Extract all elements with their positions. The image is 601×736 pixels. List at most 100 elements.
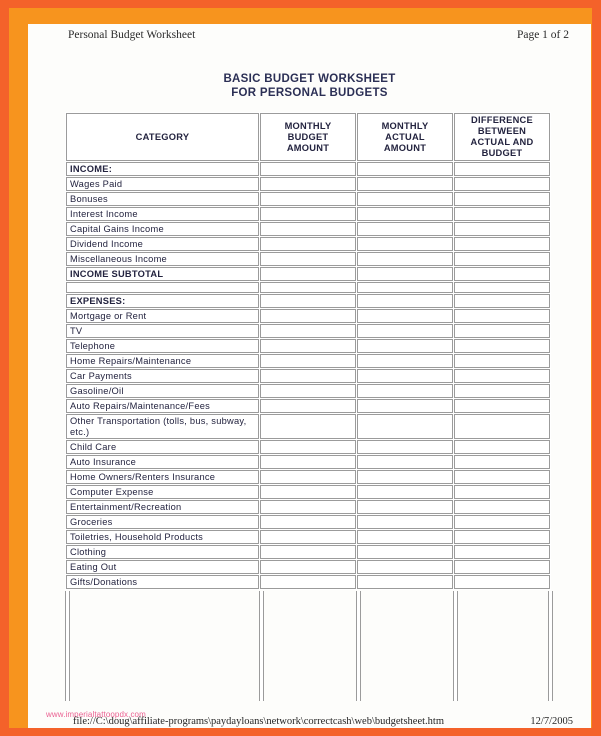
budget-amount-cell[interactable] (260, 399, 356, 413)
budget-amount-cell[interactable] (260, 455, 356, 469)
budget-amount-cell[interactable] (260, 515, 356, 529)
actual-amount-cell[interactable] (357, 515, 453, 529)
table-row: Bonuses (66, 192, 550, 206)
budget-amount-cell[interactable] (260, 324, 356, 338)
difference-amount-cell[interactable] (454, 162, 550, 176)
actual-amount-cell[interactable] (357, 267, 453, 281)
column-header-difference-line-4: BUDGET (481, 148, 523, 158)
actual-amount-cell[interactable] (357, 252, 453, 266)
difference-amount-cell[interactable] (454, 560, 550, 574)
budget-amount-cell[interactable] (260, 294, 356, 308)
budget-amount-cell[interactable] (260, 414, 356, 439)
difference-amount-cell[interactable] (454, 222, 550, 236)
actual-amount-cell[interactable] (357, 294, 453, 308)
budget-amount-cell[interactable] (260, 440, 356, 454)
actual-amount-cell[interactable] (357, 545, 453, 559)
table-row: Toiletries, Household Products (66, 530, 550, 544)
difference-amount-cell[interactable] (454, 207, 550, 221)
budget-amount-cell[interactable] (260, 485, 356, 499)
budget-amount-cell[interactable] (260, 545, 356, 559)
actual-amount-cell[interactable] (357, 207, 453, 221)
budget-amount-cell[interactable] (260, 237, 356, 251)
difference-amount-cell[interactable] (454, 309, 550, 323)
budget-amount-cell[interactable] (260, 207, 356, 221)
difference-amount-cell[interactable] (454, 455, 550, 469)
actual-amount-cell[interactable] (357, 455, 453, 469)
budget-amount-cell[interactable] (260, 339, 356, 353)
budget-amount-cell[interactable] (260, 530, 356, 544)
table-row: TV (66, 324, 550, 338)
budget-amount-cell[interactable] (260, 222, 356, 236)
difference-amount-cell[interactable] (454, 237, 550, 251)
difference-amount-cell[interactable] (454, 530, 550, 544)
actual-amount-cell[interactable] (357, 192, 453, 206)
budget-amount-cell[interactable] (260, 500, 356, 514)
grid-divider-category (259, 591, 264, 701)
difference-amount-cell[interactable] (454, 324, 550, 338)
actual-amount-cell[interactable] (357, 530, 453, 544)
category-cell: Home Owners/Renters Insurance (66, 470, 259, 484)
difference-amount-cell[interactable] (454, 470, 550, 484)
budget-amount-cell[interactable] (260, 192, 356, 206)
budget-amount-cell[interactable] (260, 354, 356, 368)
actual-amount-cell[interactable] (357, 324, 453, 338)
grid-divider-budget (356, 591, 361, 701)
actual-amount-cell[interactable] (357, 177, 453, 191)
category-cell: Gifts/Donations (66, 575, 259, 589)
budget-amount-cell[interactable] (260, 384, 356, 398)
budget-amount-cell[interactable] (260, 252, 356, 266)
category-cell: Eating Out (66, 560, 259, 574)
actual-amount-cell[interactable] (357, 399, 453, 413)
table-row: Home Owners/Renters Insurance (66, 470, 550, 484)
difference-amount-cell[interactable] (454, 515, 550, 529)
actual-amount-cell[interactable] (357, 485, 453, 499)
column-header-actual-line-3: AMOUNT (383, 142, 427, 153)
actual-amount-cell[interactable] (357, 440, 453, 454)
actual-amount-cell[interactable] (357, 414, 453, 439)
difference-amount-cell[interactable] (454, 384, 550, 398)
difference-amount-cell[interactable] (454, 252, 550, 266)
actual-amount-cell[interactable] (357, 339, 453, 353)
difference-amount-cell[interactable] (454, 575, 550, 589)
actual-amount-cell[interactable] (357, 470, 453, 484)
budget-amount-cell[interactable] (260, 369, 356, 383)
difference-amount-cell[interactable] (454, 282, 550, 293)
difference-amount-cell[interactable] (454, 545, 550, 559)
budget-amount-cell[interactable] (260, 282, 356, 293)
difference-amount-cell[interactable] (454, 267, 550, 281)
difference-amount-cell[interactable] (454, 500, 550, 514)
difference-amount-cell[interactable] (454, 369, 550, 383)
difference-amount-cell[interactable] (454, 177, 550, 191)
actual-amount-cell[interactable] (357, 500, 453, 514)
budget-amount-cell[interactable] (260, 267, 356, 281)
actual-amount-cell[interactable] (357, 222, 453, 236)
table-header-row: CATEGORY MONTHLY BUDGET AMOUNT MONTHLY A… (66, 113, 550, 161)
actual-amount-cell[interactable] (357, 354, 453, 368)
actual-amount-cell[interactable] (357, 237, 453, 251)
actual-amount-cell[interactable] (357, 369, 453, 383)
actual-amount-cell[interactable] (357, 384, 453, 398)
budget-amount-cell[interactable] (260, 162, 356, 176)
difference-amount-cell[interactable] (454, 414, 550, 439)
budget-amount-cell[interactable] (260, 470, 356, 484)
column-header-monthly-budget: MONTHLY BUDGET AMOUNT (260, 113, 356, 161)
actual-amount-cell[interactable] (357, 282, 453, 293)
difference-amount-cell[interactable] (454, 354, 550, 368)
difference-amount-cell[interactable] (454, 192, 550, 206)
difference-amount-cell[interactable] (454, 294, 550, 308)
budget-amount-cell[interactable] (260, 309, 356, 323)
budget-amount-cell[interactable] (260, 177, 356, 191)
actual-amount-cell[interactable] (357, 309, 453, 323)
actual-amount-cell[interactable] (357, 575, 453, 589)
grid-divider-right (548, 591, 553, 701)
budget-amount-cell[interactable] (260, 575, 356, 589)
difference-amount-cell[interactable] (454, 440, 550, 454)
difference-amount-cell[interactable] (454, 339, 550, 353)
budget-amount-cell[interactable] (260, 560, 356, 574)
difference-amount-cell[interactable] (454, 399, 550, 413)
actual-amount-cell[interactable] (357, 560, 453, 574)
difference-amount-cell[interactable] (454, 485, 550, 499)
actual-amount-cell[interactable] (357, 162, 453, 176)
column-header-budget-line-2: BUDGET (287, 131, 329, 142)
category-cell (66, 282, 259, 293)
